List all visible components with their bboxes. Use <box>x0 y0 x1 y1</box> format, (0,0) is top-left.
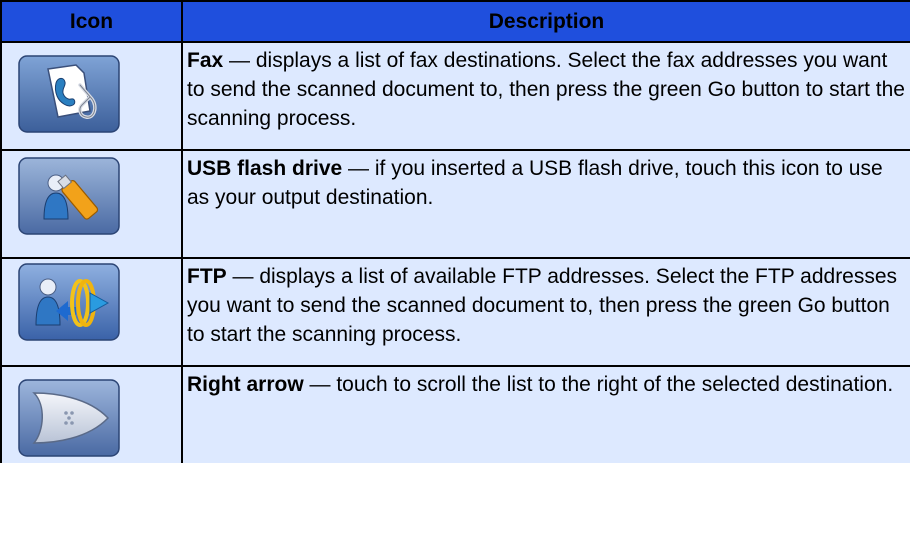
icon-cell <box>0 257 183 367</box>
icon-cell <box>0 149 183 259</box>
row-term: Fax <box>187 49 224 72</box>
header-icon: Icon <box>0 0 183 43</box>
row-text: — touch to scroll the list to the right … <box>303 373 894 396</box>
description-cell: FTP — displays a list of available FTP a… <box>181 257 910 367</box>
icon-description-table: Icon Description Fax — displays a list o… <box>0 0 910 463</box>
usb-flash-drive-icon <box>18 157 120 235</box>
description-cell: Fax — displays a list of fax destination… <box>181 41 910 151</box>
table-row: Right arrow — touch to scroll the list t… <box>0 365 910 463</box>
row-term: Right arrow <box>187 373 304 396</box>
table-row: FTP — displays a list of available FTP a… <box>0 257 910 367</box>
row-text: — displays a list of available FTP addre… <box>187 265 898 346</box>
icon-cell <box>0 41 183 151</box>
fax-icon <box>18 55 120 133</box>
row-term: USB flash drive <box>187 157 343 180</box>
description-cell: Right arrow — touch to scroll the list t… <box>181 365 910 463</box>
table-row: USB flash drive — if you inserted a USB … <box>0 149 910 259</box>
description-cell: USB flash drive — if you inserted a USB … <box>181 149 910 259</box>
right-arrow-icon <box>18 379 120 457</box>
icon-cell <box>0 365 183 463</box>
ftp-icon <box>18 263 120 341</box>
row-text: — displays a list of fax destinations. S… <box>187 49 905 130</box>
table-row: Fax — displays a list of fax destination… <box>0 41 910 151</box>
row-term: FTP <box>187 265 227 288</box>
header-description: Description <box>181 0 910 43</box>
